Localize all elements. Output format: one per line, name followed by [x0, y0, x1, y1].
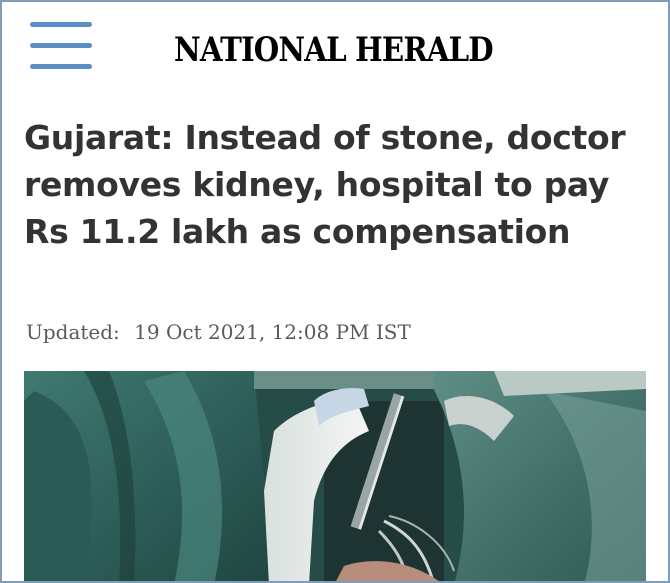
site-logo[interactable]: NATIONAL HERALD [174, 30, 494, 70]
page-frame: NATIONAL HERALD Gujarat: Instead of ston… [0, 0, 670, 583]
menu-bar-bottom [30, 64, 92, 69]
article-image [24, 371, 646, 581]
site-header: NATIONAL HERALD [2, 2, 668, 100]
updated-timestamp: 19 Oct 2021, 12:08 PM IST [134, 320, 411, 344]
menu-bar-middle [30, 43, 92, 48]
article-headline: Gujarat: Instead of stone, doctor remove… [24, 118, 626, 251]
article-updated: Updated: 19 Oct 2021, 12:08 PM IST [26, 320, 411, 344]
hamburger-menu-icon[interactable] [26, 20, 96, 72]
menu-bar-top [30, 22, 92, 27]
surgery-photo [24, 371, 646, 581]
updated-label: Updated: [26, 320, 120, 344]
